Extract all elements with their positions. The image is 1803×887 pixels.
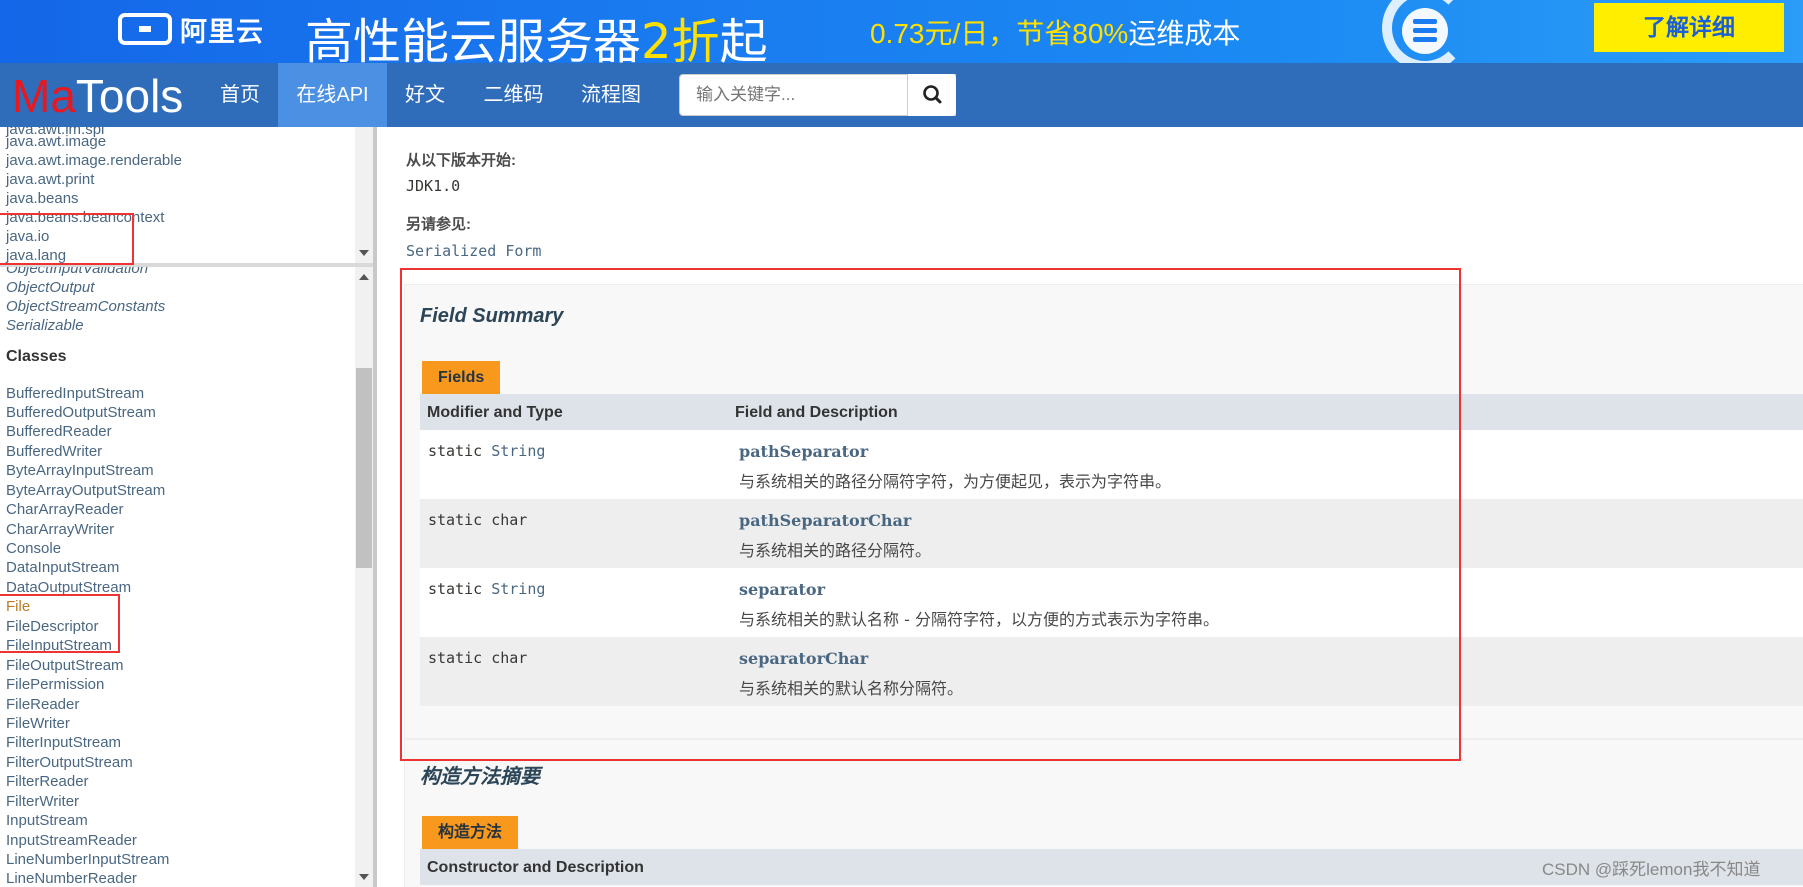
class-link-current[interactable]: File [6, 598, 30, 615]
class-link[interactable]: DataInputStream [6, 559, 119, 576]
class-link[interactable]: BufferedWriter [6, 443, 102, 460]
package-link[interactable]: java.beans.beancontext [6, 209, 164, 226]
package-list-frame: java.awt.im.spi java.awt.image java.awt.… [0, 127, 373, 264]
class-link[interactable]: CharArrayReader [6, 501, 124, 518]
scrollbar-thumb[interactable] [356, 368, 372, 568]
class-link[interactable]: LineNumberReader [6, 870, 137, 887]
class-link[interactable]: DataOutputStream [6, 579, 131, 596]
class-link[interactable]: FilterReader [6, 773, 89, 790]
field-modifier: static String [428, 442, 546, 460]
field-name-link[interactable]: pathSeparator [739, 442, 868, 461]
fields-table-header: Modifier and Type Field and Description [420, 394, 1803, 430]
interface-link[interactable]: Serializable [6, 317, 84, 334]
class-link[interactable]: InputStream [6, 812, 88, 829]
field-summary-title: Field Summary [420, 305, 564, 327]
package-link[interactable]: java.beans [6, 190, 79, 207]
search-input[interactable] [694, 75, 928, 115]
package-scrollbar[interactable] [355, 127, 373, 263]
top-navbar: MaTools 首页 在线API 好文 二维码 流程图 [0, 63, 1803, 127]
since-value: JDK1.0 [406, 177, 461, 195]
nav-online-api[interactable]: 在线API [278, 63, 387, 127]
class-link[interactable]: ByteArrayOutputStream [6, 482, 165, 499]
nav-home[interactable]: 首页 [205, 63, 275, 127]
class-link[interactable]: ByteArrayInputStream [6, 462, 154, 479]
see-also-label: 另请参见: [406, 216, 471, 233]
class-link[interactable]: FilePermission [6, 676, 104, 693]
package-link[interactable]: java.awt.print [6, 171, 94, 188]
ad-subline: 0.73元/日，节省80%运维成本 [870, 18, 1241, 49]
field-description: 与系统相关的路径分隔符。 [739, 541, 932, 560]
matools-logo[interactable]: MaTools [12, 69, 183, 123]
field-name-link[interactable]: pathSeparatorChar [739, 511, 911, 530]
class-link[interactable]: BufferedOutputStream [6, 404, 156, 421]
nav-qrcode[interactable]: 二维码 [472, 63, 555, 127]
class-link[interactable]: FileDescriptor [6, 618, 99, 635]
package-link[interactable]: java.lang [6, 247, 66, 263]
package-link[interactable]: java.awt.image.renderable [6, 152, 182, 169]
class-link[interactable]: FilterOutputStream [6, 754, 133, 771]
scroll-up-arrow-icon[interactable] [355, 271, 373, 283]
field-modifier: static String [428, 580, 546, 598]
constructor-caption-tab: 构造方法 [422, 816, 519, 849]
table-row: static String separator 与系统相关的默认名称 - 分隔符… [420, 568, 1803, 637]
class-scrollbar[interactable] [355, 267, 373, 887]
search-button[interactable] [907, 74, 956, 116]
since-label: 从以下版本开始: [406, 152, 516, 169]
field-modifier: static char [428, 649, 528, 667]
field-description: 与系统相关的路径分隔符字符，为方便起见，表示为字符串。 [739, 472, 1172, 491]
class-link[interactable]: BufferedReader [6, 423, 112, 440]
class-link[interactable]: InputStreamReader [6, 832, 137, 849]
constructor-summary-title: 构造方法摘要 [420, 766, 540, 788]
class-link[interactable]: FilterWriter [6, 793, 79, 810]
field-description: 与系统相关的默认名称分隔符。 [739, 679, 964, 698]
col-constructor-description: Constructor and Description [427, 859, 644, 876]
field-description: 与系统相关的默认名称 - 分隔符字符，以方便的方式表示为字符串。 [739, 610, 1219, 629]
fields-caption-tab: Fields [422, 361, 501, 394]
col-field-description: Field and Description [735, 404, 898, 421]
class-link[interactable]: LineNumberInputStream [6, 851, 169, 868]
class-link[interactable]: FileInputStream [6, 637, 112, 654]
field-name-link[interactable]: separatorChar [739, 649, 868, 668]
scroll-down-arrow-icon[interactable] [355, 871, 373, 883]
interface-link[interactable]: ObjectStreamConstants [6, 298, 165, 315]
table-row: static char separatorChar 与系统相关的默认名称分隔符。 [420, 637, 1803, 706]
package-link[interactable]: java.io [6, 228, 49, 245]
table-row: static char pathSeparatorChar 与系统相关的路径分隔… [420, 499, 1803, 568]
class-link[interactable]: FileOutputStream [6, 657, 124, 674]
ad-banner[interactable]: 阿里云 高性能云服务器2折起 0.73元/日，节省80%运维成本 了解详细 [0, 0, 1803, 63]
scroll-down-arrow-icon[interactable] [355, 247, 373, 259]
field-name-link[interactable]: separator [739, 580, 825, 599]
field-modifier: static char [428, 511, 528, 529]
interface-link[interactable]: ObjectOutput [6, 279, 94, 296]
class-list-frame: ObjectInputValidation ObjectOutput Objec… [0, 267, 373, 887]
class-link[interactable]: BufferedInputStream [6, 385, 144, 402]
ad-headline: 高性能云服务器2折起 [305, 14, 768, 63]
nav-flowchart[interactable]: 流程图 [568, 63, 654, 127]
aliyun-logo-icon [118, 13, 172, 45]
class-doc-content: 从以下版本开始: JDK1.0 另请参见: Serialized Form Fi… [377, 127, 1803, 887]
type-link[interactable]: String [491, 442, 545, 460]
class-link[interactable]: FileReader [6, 696, 79, 713]
class-link[interactable]: Console [6, 540, 61, 557]
search-icon [923, 85, 942, 104]
server-icon [1402, 8, 1448, 54]
ad-brand: 阿里云 [180, 17, 264, 47]
ad-learn-more-button[interactable]: 了解详细 [1594, 3, 1784, 52]
class-link[interactable]: FileWriter [6, 715, 70, 732]
classes-heading: Classes [6, 348, 67, 365]
serialized-form-link[interactable]: Serialized Form [406, 242, 541, 260]
nav-articles[interactable]: 好文 [390, 63, 460, 127]
class-link[interactable]: FilterInputStream [6, 734, 121, 751]
col-modifier-type: Modifier and Type [427, 404, 563, 421]
interface-link[interactable]: ObjectInputValidation [6, 267, 148, 277]
type-link[interactable]: String [491, 580, 545, 598]
csdn-watermark: CSDN @踩死lemon我不知道 [1542, 860, 1761, 879]
table-row: static String pathSeparator 与系统相关的路径分隔符字… [420, 430, 1803, 499]
class-link[interactable]: CharArrayWriter [6, 521, 114, 538]
package-link[interactable]: java.awt.image [6, 133, 106, 150]
